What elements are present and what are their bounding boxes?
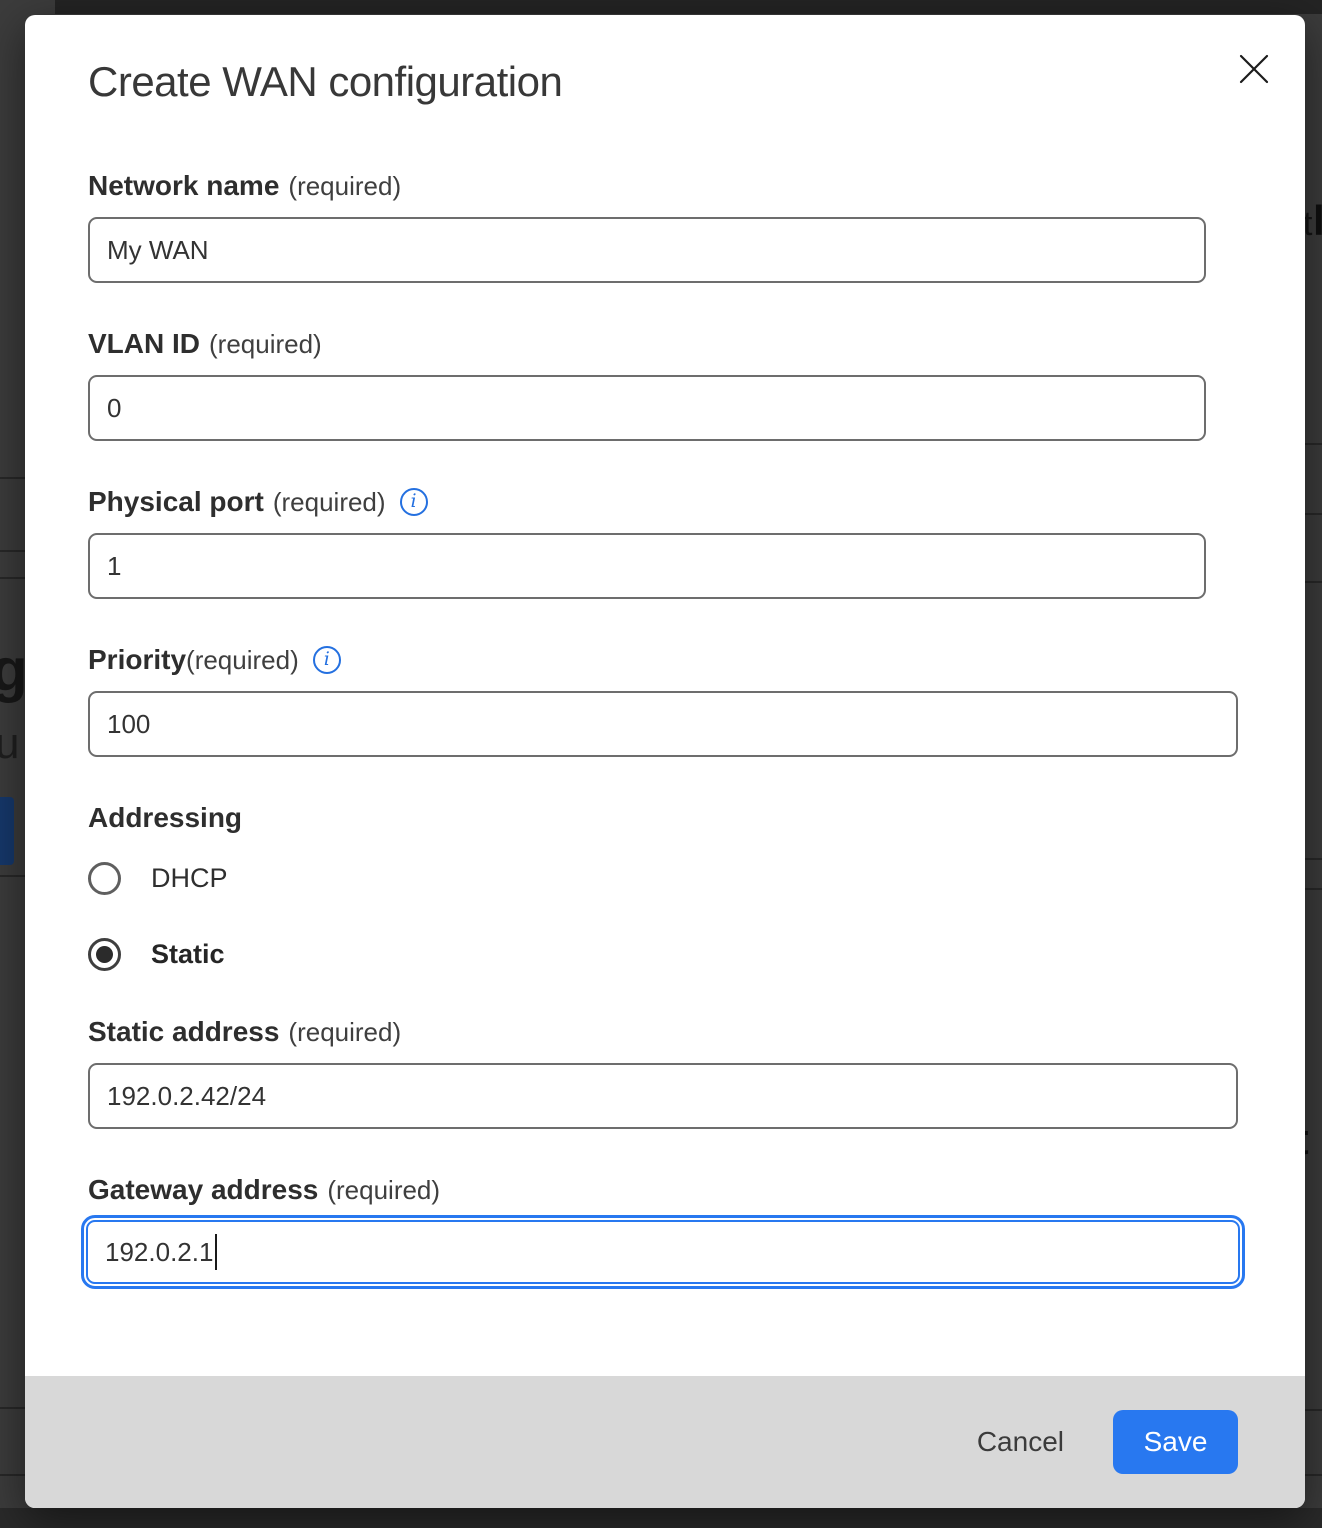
background-row-divider — [1305, 888, 1322, 890]
background-row-divider — [1305, 1409, 1322, 1411]
background-header-strip — [55, 0, 1322, 14]
field-physical-port: Physical port (required) i — [88, 485, 1238, 599]
physical-port-label: Physical port — [88, 486, 264, 518]
field-vlan-id: VLAN ID (required) — [88, 327, 1238, 441]
field-gateway-address: Gateway address (required) 192.0.2.1 — [88, 1173, 1238, 1289]
gateway-address-label: Gateway address — [88, 1174, 318, 1206]
background-row-divider — [0, 875, 25, 877]
required-hint: (required) — [288, 1017, 401, 1048]
cancel-button[interactable]: Cancel — [977, 1426, 1064, 1458]
required-hint: (required) — [327, 1175, 440, 1206]
static-address-label: Static address — [88, 1016, 279, 1048]
background-button-fragment — [0, 797, 14, 865]
dialog-footer: Cancel Save — [25, 1376, 1305, 1508]
close-icon[interactable] — [1238, 53, 1270, 85]
gateway-address-value: 192.0.2.1 — [105, 1237, 213, 1268]
background-row-divider — [0, 577, 25, 579]
background-row-divider — [1305, 513, 1322, 515]
physical-port-input[interactable] — [88, 533, 1206, 599]
required-hint: (required) — [288, 171, 401, 202]
static-address-input[interactable] — [88, 1063, 1238, 1129]
background-row-divider — [1305, 443, 1322, 445]
priority-input[interactable] — [88, 691, 1238, 757]
field-static-address: Static address (required) — [88, 1015, 1238, 1129]
network-name-label: Network name — [88, 170, 279, 202]
background-footer-strip — [0, 1508, 1322, 1528]
field-network-name: Network name (required) — [88, 169, 1238, 283]
info-icon[interactable]: i — [313, 646, 341, 674]
radio-option-static[interactable]: Static — [88, 938, 1238, 971]
required-hint: (required) — [273, 487, 386, 518]
background-row-divider — [0, 1407, 25, 1409]
background-text-fragment: g — [0, 640, 28, 700]
background-row-divider — [0, 477, 25, 479]
priority-label: Priority — [88, 644, 186, 676]
vlan-id-input[interactable] — [88, 375, 1206, 441]
background-row-divider — [0, 550, 25, 552]
radio-option-dhcp[interactable]: DHCP — [88, 862, 1238, 895]
radio-button-dhcp[interactable] — [88, 862, 121, 895]
text-cursor — [215, 1234, 217, 1270]
background-row-divider — [0, 1474, 25, 1476]
dialog-title: Create WAN configuration — [88, 58, 1238, 106]
network-name-input[interactable] — [88, 217, 1206, 283]
create-wan-configuration-dialog: Create WAN configuration Network name (r… — [25, 15, 1305, 1508]
info-icon[interactable]: i — [400, 488, 428, 516]
background-row-divider — [1305, 858, 1322, 860]
radio-label-static: Static — [151, 939, 225, 970]
background-text-fragment: l — [1313, 200, 1322, 242]
background-row-divider — [1305, 1474, 1322, 1476]
addressing-heading: Addressing — [88, 801, 1238, 834]
field-priority: Priority (required) i — [88, 643, 1238, 757]
gateway-address-input[interactable]: 192.0.2.1 — [86, 1220, 1240, 1284]
gateway-address-focus-ring: 192.0.2.1 — [81, 1215, 1245, 1289]
required-hint: (required) — [209, 329, 322, 360]
vlan-id-label: VLAN ID — [88, 328, 200, 360]
background-row-divider — [1305, 581, 1322, 583]
background-text-fragment: u — [0, 722, 19, 766]
radio-label-dhcp: DHCP — [151, 863, 228, 894]
radio-button-static[interactable] — [88, 938, 121, 971]
save-button[interactable]: Save — [1113, 1410, 1238, 1474]
required-hint: (required) — [186, 645, 299, 676]
